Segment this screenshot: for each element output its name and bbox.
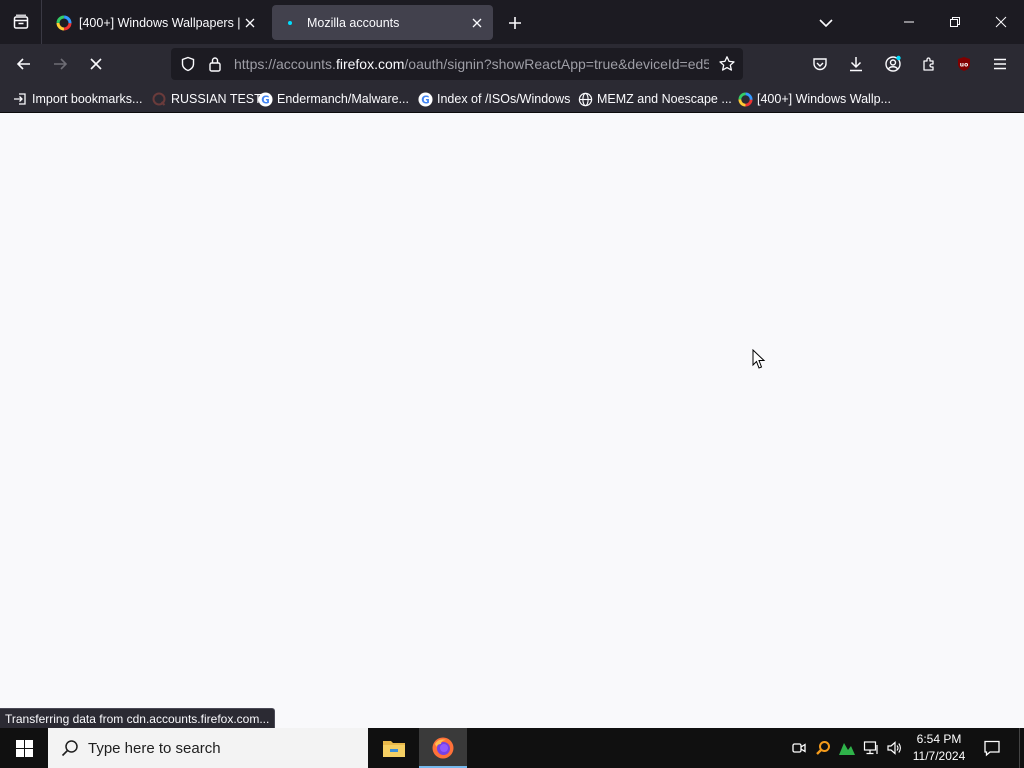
- firefox-view-icon: [13, 14, 28, 29]
- page-content[interactable]: [0, 113, 1024, 728]
- google-icon: G: [417, 91, 433, 107]
- svg-text:G: G: [421, 94, 429, 106]
- forward-button[interactable]: [46, 50, 74, 78]
- bookmark-memz[interactable]: MEMZ and Noescape ...: [577, 89, 732, 109]
- site-icon: [151, 91, 167, 107]
- restore-button[interactable]: [932, 0, 978, 44]
- bookmark-windows-wallpapers[interactable]: [400+] Windows Wallp...: [737, 89, 891, 109]
- app-menu-button[interactable]: [986, 50, 1014, 78]
- url-path: /oauth/signin?showReactApp=true&deviceId…: [404, 56, 709, 72]
- puzzle-piece-icon: [923, 57, 934, 71]
- google-icon: G: [257, 91, 273, 107]
- magnifier-app-icon: [816, 741, 830, 755]
- tracking-protection-shield-icon[interactable]: [178, 54, 198, 74]
- speaker-icon: [887, 741, 901, 755]
- bookmark-import[interactable]: Import bookmarks...: [12, 89, 142, 109]
- taskbar-clock[interactable]: 6:54 PM 11/7/2024: [908, 731, 970, 765]
- ublock-origin-icon: uo: [958, 57, 970, 71]
- bookmark-label: MEMZ and Noescape ...: [597, 92, 732, 106]
- account-button[interactable]: [879, 50, 907, 78]
- bookmark-label: RUSSIAN TEST: [171, 92, 262, 106]
- tab-windows-wallpapers[interactable]: [400+] Windows Wallpapers | W: [44, 5, 266, 40]
- back-button[interactable]: [10, 50, 38, 78]
- notification-icon: [984, 740, 1000, 757]
- pocket-button[interactable]: [806, 50, 834, 78]
- search-icon: [60, 738, 80, 758]
- people-icon: [839, 743, 855, 755]
- start-button[interactable]: [0, 728, 48, 768]
- tray-volume[interactable]: [884, 738, 904, 758]
- stop-loading-button[interactable]: [82, 50, 110, 78]
- arrow-left-icon: [16, 58, 30, 70]
- minimize-button[interactable]: [886, 0, 932, 44]
- bookmark-russian-test[interactable]: RUSSIAN TEST: [151, 89, 262, 109]
- tab-strip: [400+] Windows Wallpapers | W Mozilla ac…: [0, 0, 1024, 44]
- tab-close-icon[interactable]: [240, 13, 260, 33]
- downloads-button[interactable]: [842, 50, 870, 78]
- bookmark-label: Index of /ISOs/Windows: [437, 92, 571, 106]
- tray-meet-now[interactable]: [789, 738, 809, 758]
- list-all-tabs-button[interactable]: [813, 10, 839, 36]
- taskbar-search-box[interactable]: Type here to search: [48, 728, 368, 768]
- minimize-icon: [904, 21, 914, 23]
- url-bar[interactable]: https://accounts.firefox.com/oauth/signi…: [171, 48, 743, 80]
- firefox-icon: [432, 737, 454, 759]
- pocket-icon: [813, 58, 827, 71]
- url-text[interactable]: https://accounts.firefox.com/oauth/signi…: [234, 56, 709, 72]
- firefox-view-button[interactable]: [0, 0, 42, 44]
- chevron-down-icon: [819, 19, 833, 28]
- tray-search-app[interactable]: [813, 738, 833, 758]
- arrow-right-icon: [54, 58, 68, 70]
- bookmark-index-isos[interactable]: G Index of /ISOs/Windows: [417, 89, 570, 109]
- plus-icon: [509, 17, 521, 29]
- bookmark-star-icon[interactable]: [717, 54, 737, 74]
- svg-text:uo: uo: [960, 62, 968, 69]
- status-panel: Transferring data from cdn.accounts.fire…: [0, 708, 276, 728]
- lock-icon[interactable]: [205, 54, 225, 74]
- tab-close-icon[interactable]: [467, 13, 487, 33]
- file-explorer-icon: [383, 741, 405, 757]
- import-icon: [12, 91, 28, 107]
- search-placeholder: Type here to search: [88, 739, 221, 757]
- bookmark-endermanch[interactable]: G Endermanch/Malware...: [257, 89, 409, 109]
- action-center-button[interactable]: [978, 728, 1006, 768]
- url-host: firefox.com: [335, 56, 405, 72]
- tab-mozilla-accounts[interactable]: Mozilla accounts: [272, 5, 493, 40]
- tab-title: Mozilla accounts: [307, 15, 400, 30]
- close-window-button[interactable]: [978, 0, 1024, 44]
- bookmark-label: Import bookmarks...: [32, 92, 143, 106]
- bookmarks-toolbar: Import bookmarks... RUSSIAN TEST G Ender…: [0, 84, 1024, 113]
- tray-people-app[interactable]: [837, 738, 857, 758]
- taskbar: Type here to search 6:54 PM 11/7/2024: [0, 728, 1024, 768]
- account-icon: [885, 55, 901, 72]
- svg-text:G: G: [261, 94, 269, 106]
- multicolor-ring-icon: [56, 15, 72, 30]
- show-desktop-button[interactable]: [1019, 728, 1024, 768]
- globe-icon: [577, 91, 593, 107]
- multicolor-ring-icon: [737, 91, 753, 107]
- download-icon: [850, 57, 862, 72]
- extensions-button[interactable]: [915, 50, 943, 78]
- windows-logo-icon: [15, 739, 33, 757]
- new-tab-button[interactable]: [502, 10, 528, 36]
- hamburger-menu-icon: [994, 58, 1006, 70]
- clock-time: 6:54 PM: [916, 732, 962, 746]
- network-icon: [863, 741, 878, 755]
- tab-title: [400+] Windows Wallpapers | W: [79, 15, 240, 30]
- close-icon: [995, 16, 1007, 28]
- taskbar-firefox[interactable]: [419, 728, 467, 768]
- taskbar-file-explorer[interactable]: [370, 728, 418, 768]
- clock-date: 11/7/2024: [912, 749, 966, 763]
- loading-dot-icon: [288, 20, 292, 25]
- bookmark-label: Endermanch/Malware...: [277, 92, 410, 106]
- mouse-cursor-icon: [752, 349, 766, 369]
- ublock-origin-button[interactable]: uo: [950, 50, 978, 78]
- stop-x-icon: [90, 58, 102, 70]
- navigation-toolbar: https://accounts.firefox.com/oauth/signi…: [0, 44, 1024, 84]
- tray-network[interactable]: [861, 738, 881, 758]
- restore-icon: [950, 17, 960, 27]
- url-prefix: https://accounts.: [234, 56, 336, 72]
- bookmark-label: [400+] Windows Wallp...: [757, 92, 891, 106]
- camera-icon: [792, 743, 806, 753]
